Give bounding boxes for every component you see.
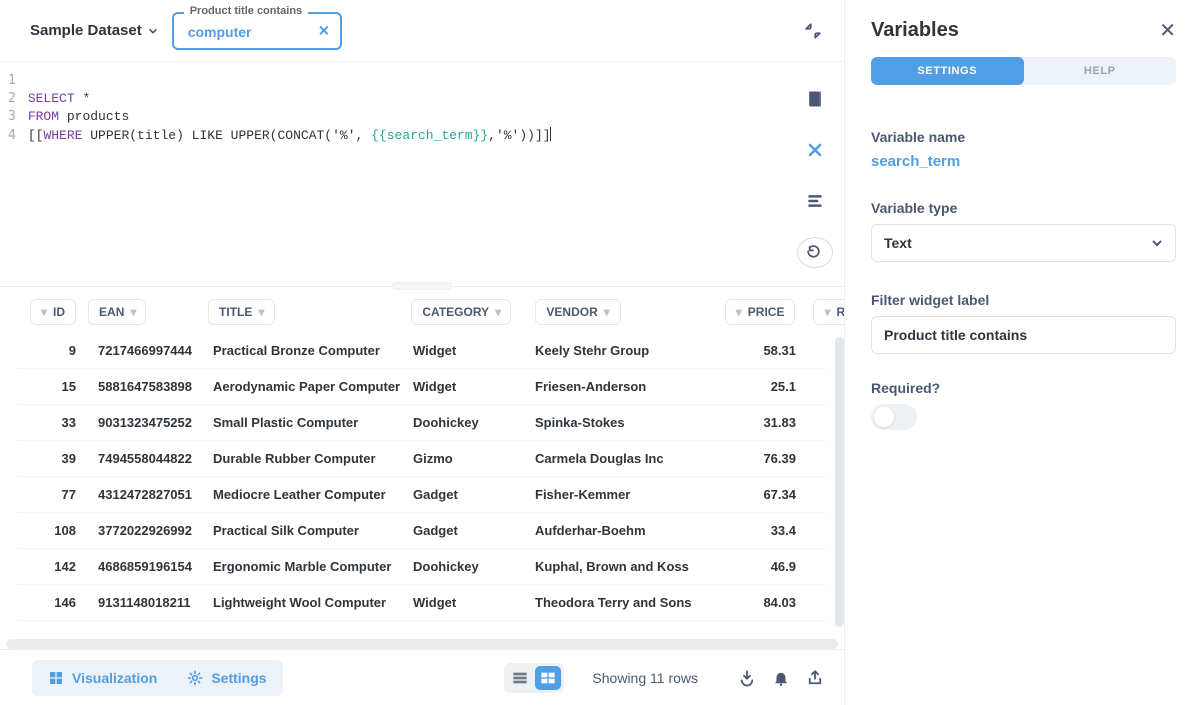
widget-label-input[interactable] <box>871 316 1176 354</box>
snippets-icon[interactable] <box>798 186 832 215</box>
share-icon[interactable] <box>804 667 826 689</box>
variables-icon[interactable] <box>798 135 832 164</box>
view-toggle <box>504 663 564 693</box>
sql-textarea[interactable]: SELECT * FROM products [[WHERE UPPER(tit… <box>24 62 786 286</box>
row-count: Showing 11 rows <box>592 670 698 686</box>
gear-icon <box>187 670 203 686</box>
view-list-button[interactable] <box>507 666 533 690</box>
filter-chip-label: Product title contains <box>184 5 308 17</box>
tab-help[interactable]: HELP <box>1024 57 1177 85</box>
table-row[interactable]: 1083772022926992Practical Silk ComputerG… <box>18 513 826 549</box>
filter-chip[interactable]: Product title contains computer ✕ <box>172 12 342 50</box>
variable-type-select[interactable]: Text <box>871 224 1176 262</box>
sql-editor: 1 2 3 4 SELECT * FROM products [[WHERE U… <box>0 62 844 287</box>
contract-icon[interactable] <box>804 22 822 40</box>
required-label: Required? <box>871 380 1176 396</box>
bell-icon[interactable] <box>770 667 792 689</box>
data-reference-icon[interactable] <box>798 84 832 113</box>
variable-type-label: Variable type <box>871 200 1176 216</box>
column-header-ean[interactable]: EAN▾ <box>88 299 146 325</box>
top-bar: Sample Dataset Product title contains co… <box>0 0 844 62</box>
dataset-picker[interactable]: Sample Dataset <box>30 22 158 39</box>
close-icon[interactable]: ✕ <box>318 22 330 39</box>
sidebar-tabs: SETTINGS HELP <box>871 57 1176 85</box>
column-header-price[interactable]: ▾PRICE <box>725 299 796 325</box>
variables-sidebar: Variables ✕ SETTINGS HELP Variable name … <box>844 0 1198 705</box>
column-header-id[interactable]: ▾ID <box>30 299 76 325</box>
editor-gutter: 1 2 3 4 <box>0 62 24 286</box>
filter-chip-value: computer <box>188 24 252 40</box>
column-header-title[interactable]: TITLE▾ <box>208 299 275 325</box>
table-row[interactable]: 97217466997444Practical Bronze ComputerW… <box>18 333 826 369</box>
tab-settings[interactable]: SETTINGS <box>871 57 1024 85</box>
column-header-r[interactable]: ▾R <box>813 299 844 325</box>
column-headers: ▾ID EAN▾ TITLE▾ CATEGORY▾ VENDOR▾ ▾PRICE… <box>18 299 826 325</box>
grid-icon <box>48 670 64 686</box>
chevron-down-icon <box>148 26 158 36</box>
dataset-label: Sample Dataset <box>30 22 142 39</box>
footer-bar: Visualization Settings Showing 11 rows <box>0 649 844 705</box>
run-query-button[interactable] <box>797 237 833 268</box>
vertical-scrollbar[interactable] <box>835 337 844 627</box>
table-row[interactable]: 1469131148018211Lightweight Wool Compute… <box>18 585 826 621</box>
widget-label-label: Filter widget label <box>871 292 1176 308</box>
column-header-category[interactable]: CATEGORY▾ <box>411 299 511 325</box>
table-row[interactable]: 397494558044822Durable Rubber ComputerGi… <box>18 441 826 477</box>
visualization-button[interactable]: Visualization <box>36 664 169 692</box>
settings-button[interactable]: Settings <box>175 664 278 692</box>
table-row[interactable]: 774312472827051Mediocre Leather Computer… <box>18 477 826 513</box>
table-row[interactable]: 339031323475252Small Plastic ComputerDoo… <box>18 405 826 441</box>
editor-sidebar <box>786 62 844 286</box>
table-row[interactable]: 1424686859196154Ergonomic Marble Compute… <box>18 549 826 585</box>
close-icon[interactable]: ✕ <box>1159 18 1176 43</box>
required-toggle[interactable] <box>871 404 917 430</box>
results-table: ▾ID EAN▾ TITLE▾ CATEGORY▾ VENDOR▾ ▾PRICE… <box>0 287 844 639</box>
chevron-down-icon <box>1151 237 1163 249</box>
variable-name-label: Variable name <box>871 129 1176 145</box>
view-table-button[interactable] <box>535 666 561 690</box>
download-icon[interactable] <box>736 667 758 689</box>
column-header-vendor[interactable]: VENDOR▾ <box>535 299 620 325</box>
table-row[interactable]: 155881647583898Aerodynamic Paper Compute… <box>18 369 826 405</box>
variable-name-value: search_term <box>871 153 1176 170</box>
sidebar-title: Variables <box>871 19 959 42</box>
horizontal-scrollbar[interactable] <box>6 639 838 649</box>
